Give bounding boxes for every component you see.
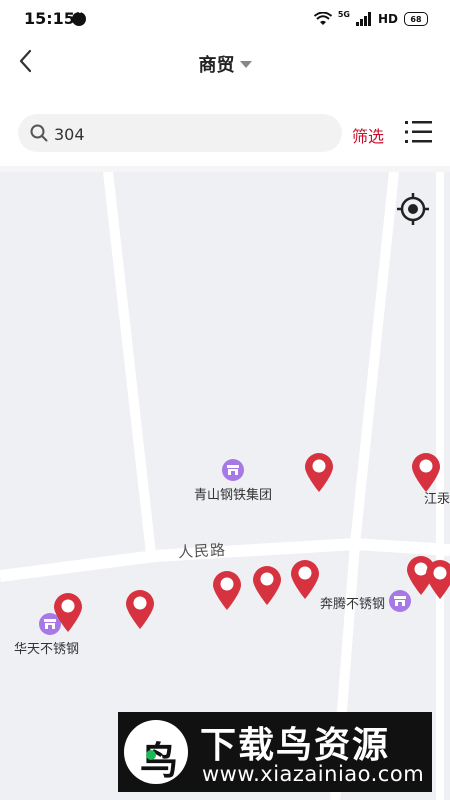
category-dropdown[interactable]: 商贸 — [0, 51, 450, 77]
page-title: 商贸 — [198, 55, 235, 76]
battery-level: 68 — [410, 14, 422, 24]
map-view[interactable]: 人民路 青山钢铁集团 奔腾不锈钢 华天不锈钢 江汞 — [0, 172, 450, 800]
list-menu-icon[interactable] — [402, 119, 434, 145]
map-marker[interactable] — [303, 451, 335, 493]
poi-benteng[interactable]: 奔腾不锈钢 — [320, 590, 412, 612]
map-marker[interactable] — [289, 558, 321, 600]
chat-notification-icon — [72, 8, 86, 26]
map-marker[interactable] — [410, 451, 442, 493]
bird-logo-icon: 鸟 — [124, 720, 188, 784]
signal-icon — [355, 12, 372, 26]
poi-qingshan[interactable]: 青山钢铁集团 — [194, 459, 272, 503]
network-type: 5G — [337, 9, 350, 19]
search-box[interactable] — [18, 114, 342, 154]
status-bar: 15:15 5G HD 68 — [0, 0, 450, 38]
watermark-banner: 鸟 下载鸟资源 www.xiazainiao.com — [118, 712, 432, 792]
locate-icon[interactable] — [396, 192, 430, 226]
status-indicators: 5G HD 68 — [313, 8, 428, 30]
shop-icon — [222, 459, 244, 481]
map-marker[interactable] — [124, 588, 156, 630]
status-time: 15:15 — [24, 9, 75, 28]
map-marker[interactable] — [52, 591, 84, 633]
watermark-url: www.xiazainiao.com — [202, 762, 425, 786]
map-marker[interactable] — [424, 558, 450, 600]
filter-button[interactable]: 筛选 — [352, 123, 384, 147]
caret-down-icon — [239, 61, 252, 68]
search-row: 筛选 — [0, 110, 450, 158]
road-label: 人民路 — [177, 540, 227, 562]
wifi-icon — [313, 12, 332, 26]
poi-label: 奔腾不锈钢 — [320, 597, 386, 612]
watermark-title: 下载鸟资源 — [200, 725, 391, 766]
hd-label: HD — [377, 12, 398, 26]
poi-label: 青山钢铁集团 — [194, 488, 273, 503]
map-marker[interactable] — [211, 569, 243, 611]
header: 商贸 — [0, 38, 450, 88]
battery-icon: 68 — [404, 12, 428, 26]
poi-label: 华天不锈钢 — [14, 642, 80, 657]
search-icon — [30, 124, 48, 146]
search-input[interactable] — [52, 114, 336, 154]
map-marker[interactable] — [251, 564, 283, 606]
